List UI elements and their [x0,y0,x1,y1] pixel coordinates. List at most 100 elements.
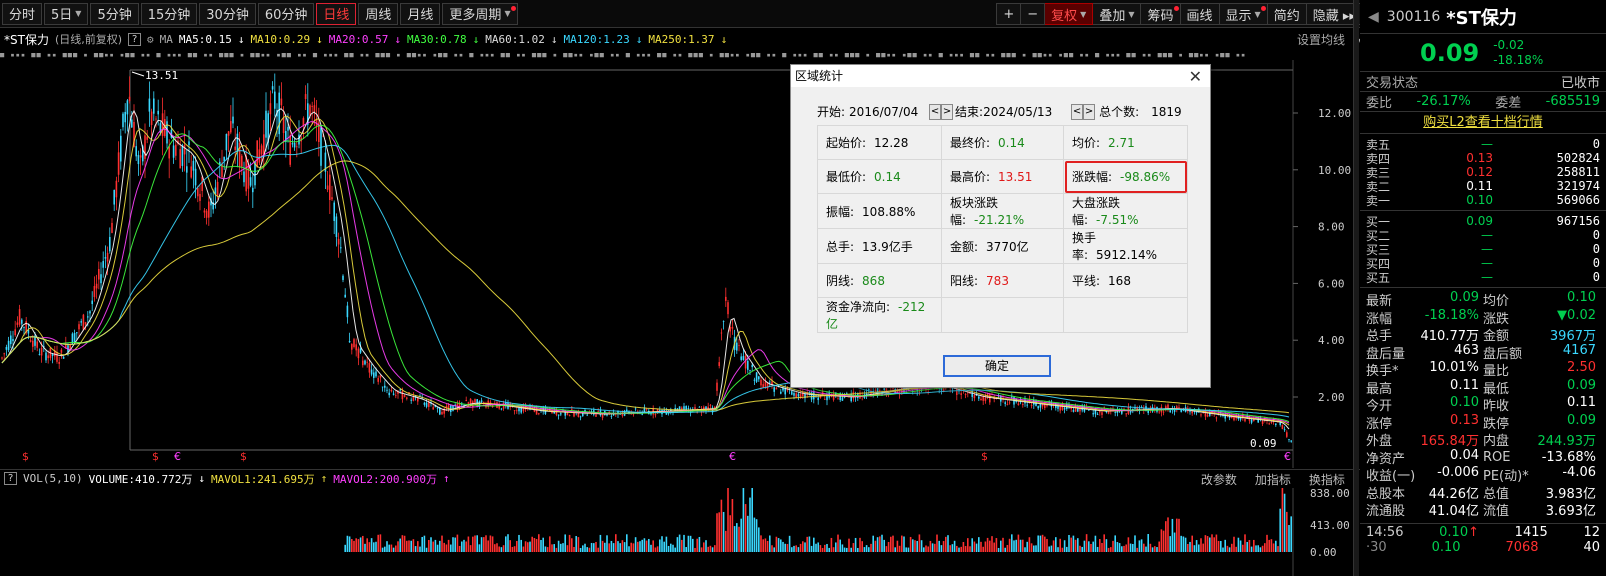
volume-info-bar: ? VOL(5,10) VOLUME:410.772万 ↓ MAVOL1:241… [0,469,1385,487]
level-price: 0.10 [1466,193,1493,207]
event-marker-icon[interactable]: $ [240,450,247,463]
zoom-in-button[interactable]: + [996,3,1022,25]
ma-value: MA120:1.23 [563,32,630,46]
adjust-rights-button[interactable]: 复权 ▼ [1045,3,1094,25]
stats-cell: 阳线: 783 [941,263,1064,298]
period-tab-60min[interactable]: 60分钟 [257,2,315,25]
level-volume: 569066 [1556,193,1600,207]
stats-key: 总手: [826,239,855,254]
help-icon[interactable]: ? [128,32,142,46]
event-marker-icon[interactable]: $ [152,450,159,463]
end-date: 2024/05/13 [983,104,1053,119]
stat-label: 最高 [1366,381,1393,397]
period-tab-5min[interactable]: 5分钟 [90,2,139,25]
period-tab-15min[interactable]: 15分钟 [140,2,198,25]
end-label: 结束: [955,105,984,119]
display-button[interactable]: 显示 ▼ [1219,3,1268,25]
asks-level-row[interactable]: 卖一 0.10 569066 [1360,193,1606,208]
period-tab-5day[interactable]: 5日 ▼ [44,2,89,25]
stat-cell: 涨幅 -18.18% [1366,308,1483,327]
add-indicator-button[interactable]: 加指标 [1255,471,1291,488]
tick-count: 12 [1583,524,1600,540]
event-marker-icon[interactable]: € [729,450,736,463]
stat-cell: 涨跌 ▼0.02 [1483,308,1600,327]
close-icon[interactable]: ✕ [1189,67,1202,86]
period-tab-monthly[interactable]: 月线 [400,2,441,25]
stats-cell: 最低价: 0.14 [817,159,942,194]
stats-cell: 平线: 168 [1063,263,1188,298]
stats-cell: 最高价: 13.51 [941,159,1064,194]
period-tab-label: 60分钟 [264,8,308,23]
draw-line-button[interactable]: 画线 [1180,3,1220,25]
stat-label: 内盘 [1483,434,1510,450]
ok-button[interactable]: 确定 [943,355,1051,377]
buy-l2-link[interactable]: 购买L2查看十档行情 [1360,112,1606,134]
stats-key: 最低价: [826,170,867,184]
stat-row: 涨停 0.13 跌停 0.09 [1360,413,1606,432]
gear-icon[interactable]: ⚙ [147,33,154,46]
volume-chart[interactable]: 838.00 413.00 0.00 [0,488,1353,576]
overlay-button[interactable]: 叠加 ▼ [1093,3,1142,25]
notification-dot [1260,6,1266,11]
chevron-down-icon: ▼ [504,9,511,18]
event-marker-icon[interactable]: € [174,450,181,463]
start-label: 开始: [817,105,846,119]
level-volume: 502824 [1556,151,1600,165]
count-label: 总个数: [1099,105,1140,119]
end-next-button[interactable]: > [1083,103,1096,120]
start-prev-button[interactable]: < [929,103,942,120]
period-tab-more[interactable]: 更多周期 ▼ [442,2,518,25]
tick-price: 0.10 [1431,540,1461,555]
help-icon[interactable]: ? [4,472,17,485]
highlighted-change-cell: 涨跌幅: -98.86% [1063,159,1188,194]
ma-value: MA30:0.78 [407,32,467,46]
end-prev-button[interactable]: < [1071,103,1084,120]
tick-price: 0.10↑ [1439,525,1479,540]
weicha-value: -685519 [1545,94,1600,109]
period-tab-intraday[interactable]: 分时 [2,2,43,25]
level-price: 0.13 [1466,151,1493,165]
stat-value: -13.68% [1541,449,1596,465]
panel-splitter[interactable] [1353,0,1359,576]
stats-row: 阴线: 868 阳线: 783 平线: 168 [817,263,1188,298]
stat-value: 44.26亿 [1428,486,1479,502]
stat-label: 涨幅 [1366,311,1393,327]
period-tab-30min[interactable]: 30分钟 [199,2,256,25]
simple-mode-button[interactable]: 简约 [1267,3,1307,25]
period-tab-daily[interactable]: 日线 [316,2,357,25]
arrow-down-icon: ↓ [198,472,205,485]
stat-value: -18.18% [1424,307,1479,323]
stats-cell: 换手率: 5912.14% [1063,228,1188,264]
level-price: — [1481,228,1493,242]
ask-book: 卖五 —0 卖四 0.13 502824 卖三 0.12 258811 卖二 0.11 321974… [1360,134,1606,211]
stats-cell: 起始价: 12.28 [817,125,942,160]
level-label: 卖一 [1366,193,1391,208]
stat-value: 0.11 [1450,377,1479,393]
bids-level-row[interactable]: 买五 — 0 [1360,270,1606,285]
switch-indicator-button[interactable]: 换指标 [1309,471,1345,488]
high-price-label: 13.51 [145,69,178,82]
stats-cell: 板块涨跌幅: -21.21% [941,193,1064,229]
event-marker-icon[interactable]: $ [981,450,988,463]
level-volume: 258811 [1556,165,1600,179]
start-next-button[interactable]: > [941,103,954,120]
stat-label: 流通股 [1366,504,1406,520]
period-tab-weekly[interactable]: 周线 [358,2,399,25]
status-label: 交易状态 [1366,76,1419,91]
dialog-title: 区域统计 [791,65,1210,87]
indicator-tools: 改参数 加指标 换指标 ⊠ [1189,471,1379,488]
button-label: 复权 [1051,8,1078,24]
event-marker-icon[interactable]: $ [22,450,29,463]
edit-params-button[interactable]: 改参数 [1201,471,1237,488]
stat-value: 3.693亿 [1545,504,1596,520]
prev-stock-icon[interactable]: ◀ [1368,9,1379,25]
chevron-down-icon: ▼ [1080,9,1087,19]
stat-label: 盘后额 [1483,346,1523,362]
zoom-out-button[interactable]: − [1021,3,1046,25]
event-marker-icon[interactable]: € [1284,450,1291,463]
chips-button[interactable]: 筹码 [1141,3,1181,25]
stats-key: 最终价: [950,136,991,150]
stat-label: 外盘 [1366,434,1393,450]
level-price: — [1481,256,1493,270]
stats-cell: 最终价: 0.14 [941,125,1064,160]
